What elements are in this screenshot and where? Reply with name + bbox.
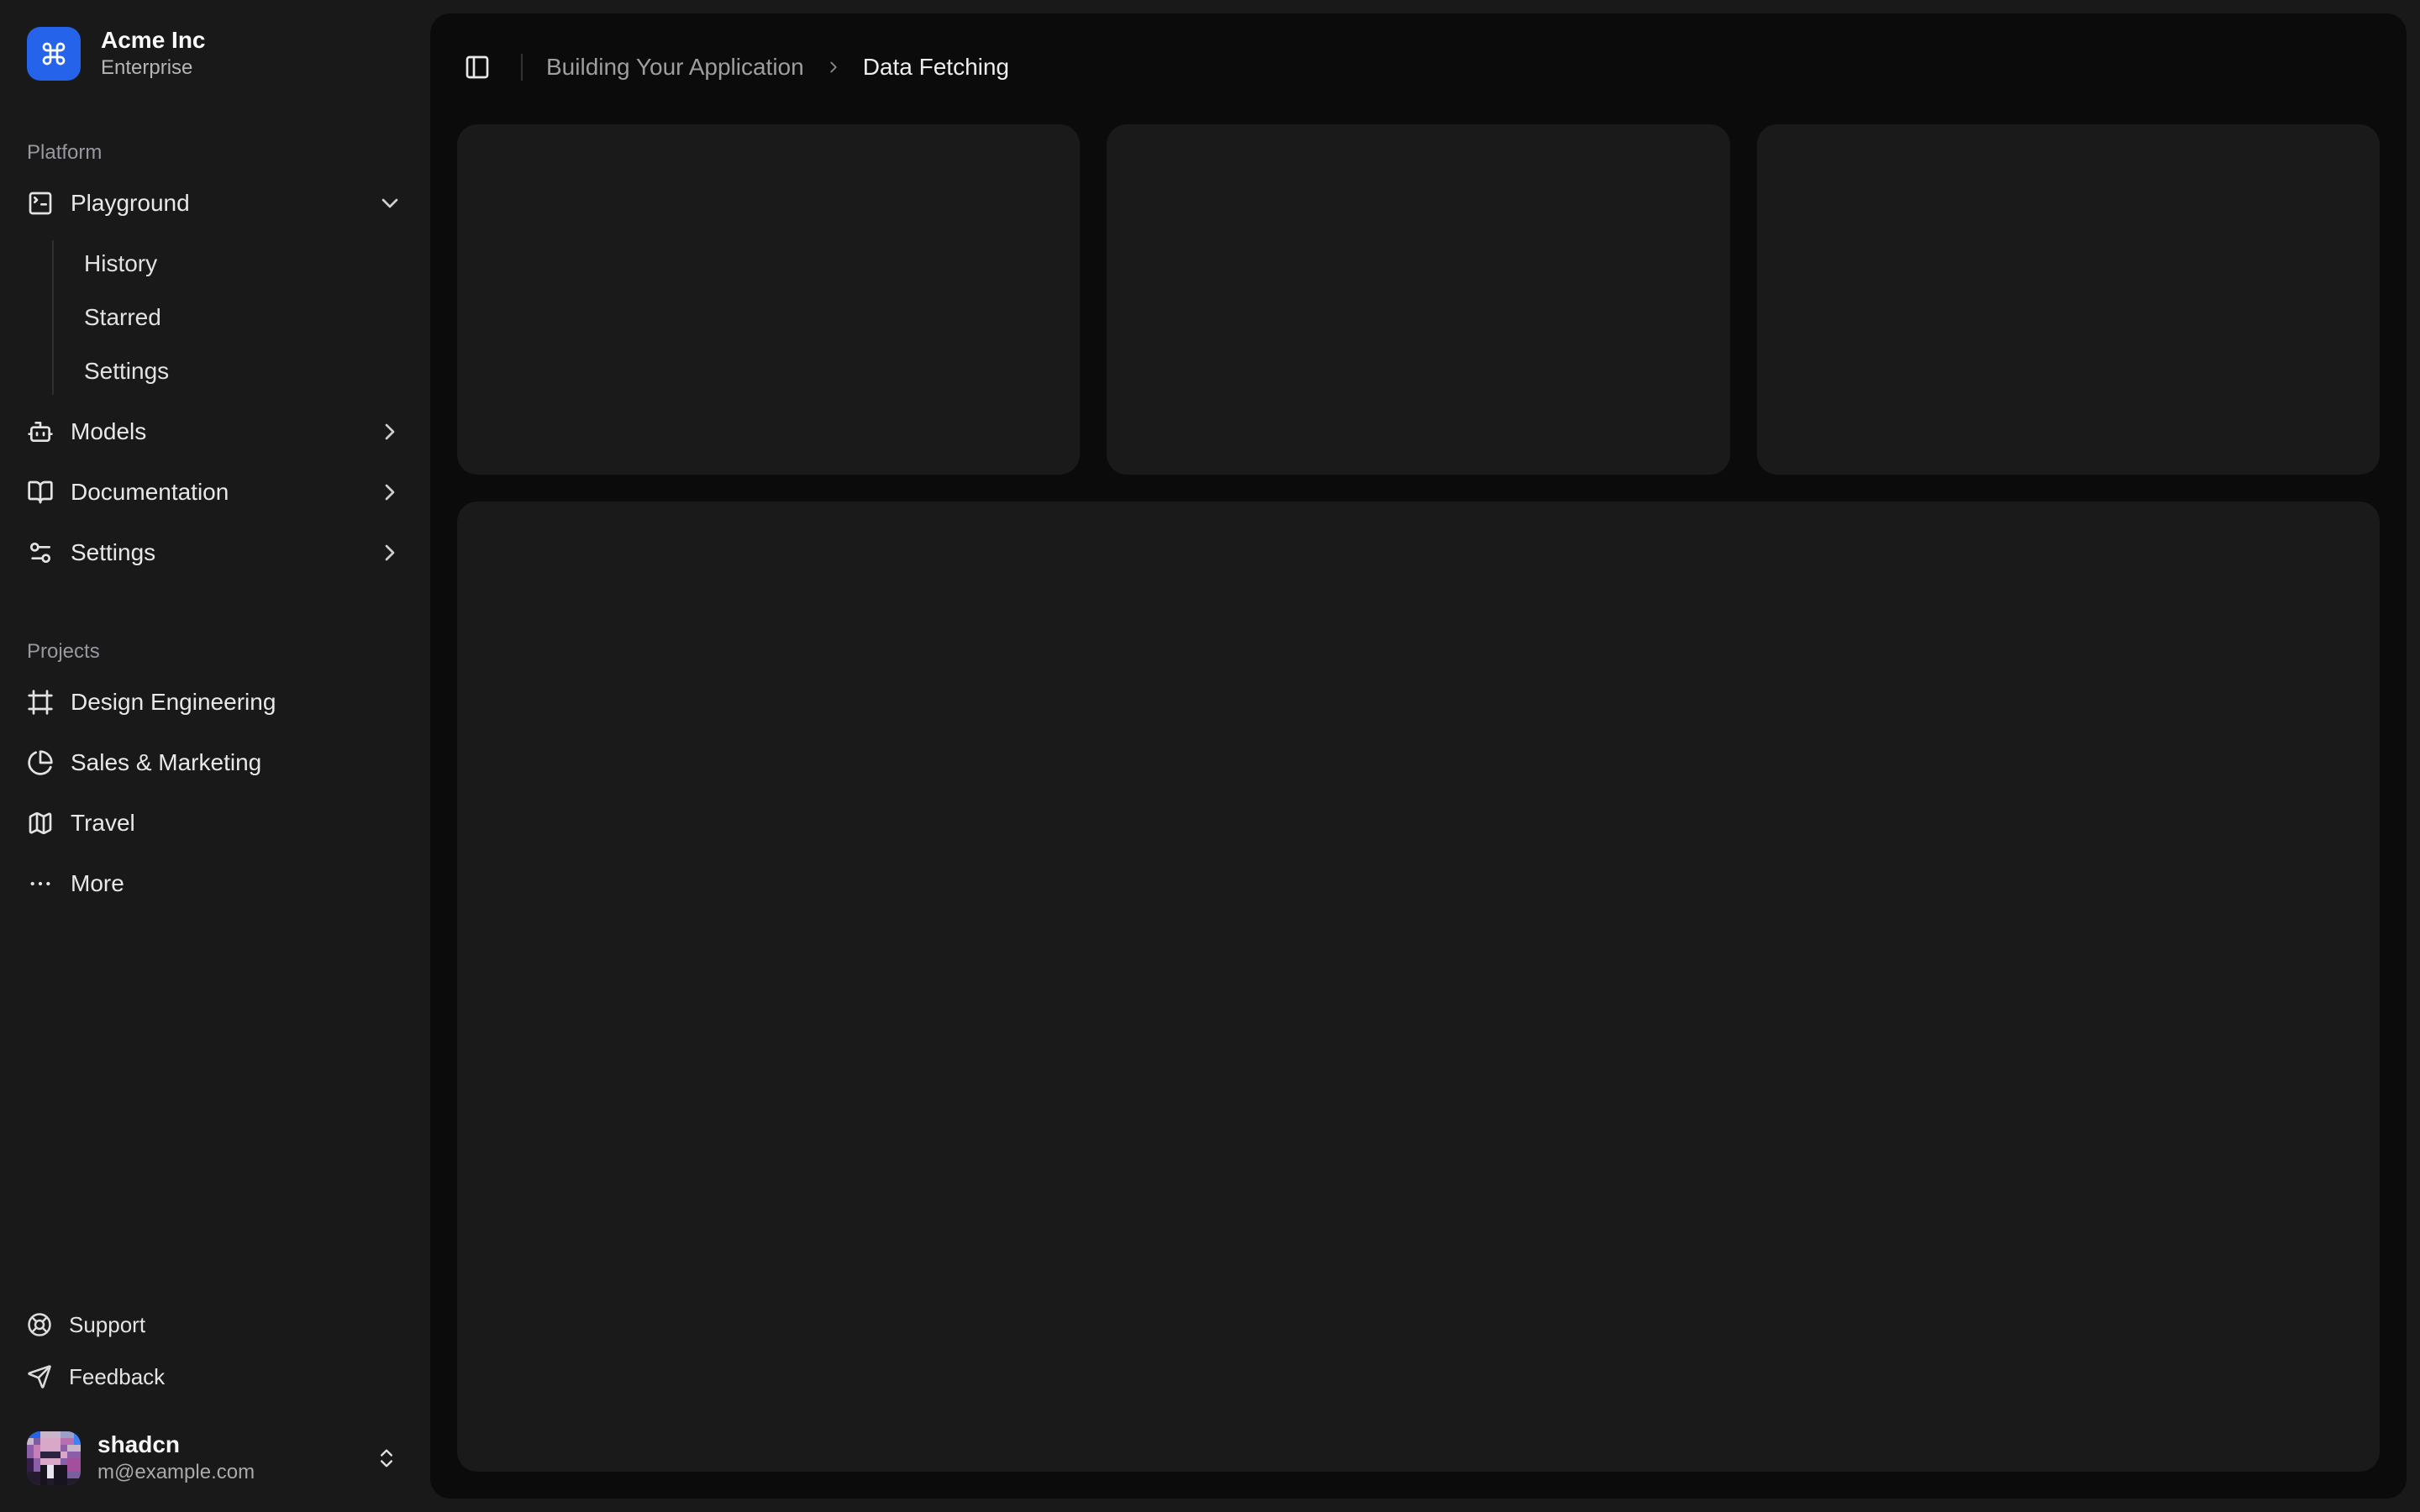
sidebar-item-feedback[interactable]: Feedback: [13, 1352, 417, 1401]
sidebar-item-design-engineering[interactable]: Design Engineering: [13, 675, 417, 729]
ellipsis-icon: [27, 870, 54, 897]
pie-chart-icon: [27, 749, 54, 776]
main-panel: Building Your Application Data Fetching: [430, 13, 2407, 1499]
secondary-menu: Support Feedback: [13, 1300, 417, 1401]
chevron-right-icon: [376, 479, 403, 506]
placeholder-card-3: [1756, 124, 2380, 475]
sidebar-item-label: Playground: [71, 190, 190, 216]
sidebar-item-travel[interactable]: Travel: [13, 796, 417, 850]
chevrons-up-down-icon: [375, 1446, 398, 1470]
sidebar-item-label: Settings: [71, 539, 156, 565]
sidebar: Acme Inc Enterprise Platform Playground …: [0, 0, 430, 1512]
panel-left-icon: [464, 54, 491, 81]
book-open-icon: [27, 479, 54, 506]
avatar: [27, 1431, 81, 1485]
sidebar-item-sales-marketing[interactable]: Sales & Marketing: [13, 736, 417, 790]
bot-icon: [27, 418, 54, 445]
chevron-right-icon: [376, 539, 403, 566]
page-header: Building Your Application Data Fetching: [430, 13, 2407, 121]
sidebar-subitem-starred[interactable]: Starred: [57, 294, 417, 341]
sidebar-item-settings[interactable]: Settings: [13, 526, 417, 580]
team-switcher[interactable]: Acme Inc Enterprise: [13, 13, 417, 94]
map-icon: [27, 810, 54, 837]
sidebar-item-label: Support: [69, 1311, 146, 1337]
projects-menu: Design Engineering Sales & Marketing Tra…: [13, 675, 417, 911]
send-icon: [27, 1364, 52, 1389]
header-separator: [521, 54, 523, 81]
sidebar-item-label: Sales & Marketing: [71, 749, 262, 775]
frame-icon: [27, 689, 54, 716]
sidebar-group-projects: Projects Design Engineering Sales & Mark…: [13, 627, 417, 911]
sidebar-group-platform: Platform Playground History Starred Sett…: [13, 128, 417, 580]
sidebar-item-label: Feedback: [69, 1363, 166, 1389]
breadcrumb-page: Data Fetching: [862, 54, 1010, 80]
sidebar-toggle-button[interactable]: [450, 40, 504, 94]
user-email: m@example.com: [97, 1461, 255, 1484]
playground-submenu: History Starred Settings: [52, 240, 417, 395]
sidebar-item-label: More: [71, 870, 124, 896]
group-label-projects: Projects: [27, 640, 100, 663]
sidebar-subitem-history[interactable]: History: [57, 240, 417, 287]
sidebar-item-models[interactable]: Models: [13, 405, 417, 459]
chevron-right-icon: [376, 418, 403, 445]
sliders-icon: [27, 539, 54, 566]
life-buoy-icon: [27, 1312, 52, 1337]
sidebar-item-more[interactable]: More: [13, 857, 417, 911]
page-content: [430, 121, 2407, 1499]
sidebar-item-documentation[interactable]: Documentation: [13, 465, 417, 519]
group-label-platform: Platform: [27, 141, 103, 164]
breadcrumb: Building Your Application Data Fetching: [546, 54, 1009, 81]
sidebar-item-playground[interactable]: Playground: [13, 176, 417, 230]
user-menu[interactable]: shadcn m@example.com: [13, 1418, 417, 1499]
command-icon: [27, 27, 81, 81]
brand-name: Acme Inc: [101, 27, 206, 54]
square-terminal-icon: [27, 190, 54, 217]
chevron-down-icon: [376, 190, 403, 217]
platform-menu: Playground History Starred Settings Mode…: [13, 176, 417, 580]
breadcrumb-section[interactable]: Building Your Application: [546, 54, 804, 81]
sidebar-item-label: Documentation: [71, 479, 229, 505]
placeholder-cards-row: [457, 124, 2380, 475]
brand-text: Acme Inc Enterprise: [101, 28, 206, 79]
chevron-right-icon: [824, 58, 843, 76]
sidebar-item-support[interactable]: Support: [13, 1300, 417, 1349]
placeholder-card-2: [1107, 124, 1730, 475]
sidebar-item-label: Models: [71, 418, 147, 444]
placeholder-card-main: [457, 501, 2380, 1472]
user-text: shadcn m@example.com: [97, 1432, 358, 1483]
sidebar-item-label: Design Engineering: [71, 689, 276, 715]
sidebar-subitem-settings[interactable]: Settings: [57, 348, 417, 395]
brand-plan: Enterprise: [101, 56, 193, 80]
sidebar-item-label: Travel: [71, 810, 135, 836]
placeholder-card-1: [457, 124, 1081, 475]
user-name: shadcn: [97, 1432, 181, 1458]
